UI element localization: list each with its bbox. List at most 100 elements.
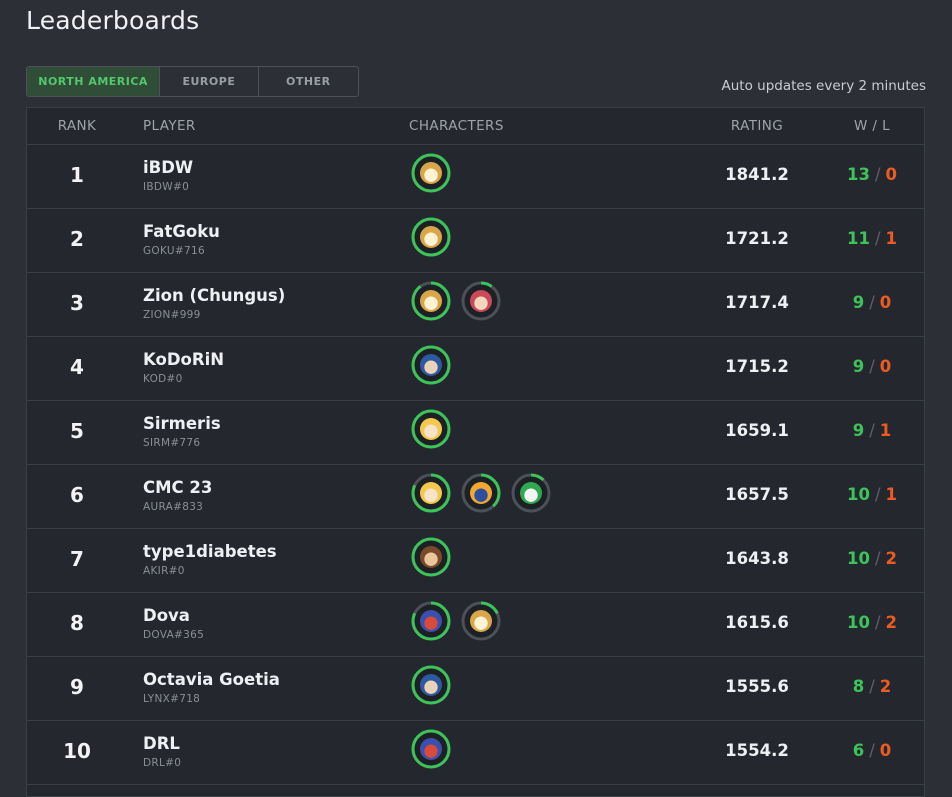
- losses-count: 0: [879, 741, 892, 760]
- win-loss: 9/0: [817, 357, 927, 376]
- rank-number: 4: [70, 355, 84, 379]
- tab-europe[interactable]: EUROPE: [160, 67, 259, 96]
- player-name[interactable]: Dova: [143, 606, 190, 625]
- column-header-rank[interactable]: RANK: [27, 118, 127, 134]
- player-name[interactable]: DRL: [143, 734, 180, 753]
- character-usage-badge: [411, 665, 451, 705]
- win-loss: 13/0: [817, 165, 927, 184]
- table-row[interactable]: 7 type1diabetes AKIR#0 1643.8 10/2: [27, 529, 924, 593]
- win-loss-separator: /: [874, 485, 881, 504]
- table-row[interactable]: 3 Zion (Chungus) ZION#999 1717.4 9/0: [27, 273, 924, 337]
- column-header-rating[interactable]: RATING: [702, 118, 812, 134]
- ice-climbers-icon: [470, 482, 492, 504]
- player-tag: ZION#999: [143, 309, 201, 321]
- win-loss: 10/2: [817, 549, 927, 568]
- character-usage-badge: [461, 601, 501, 641]
- player-rating: 1554.2: [725, 741, 789, 760]
- character-usage-badge: [461, 473, 501, 513]
- character-list: [411, 729, 451, 769]
- yoshi-icon: [520, 482, 542, 504]
- win-loss-separator: /: [874, 165, 881, 184]
- wins-count: 13: [846, 165, 870, 184]
- losses-count: 0: [885, 165, 897, 184]
- character-list: [411, 153, 451, 193]
- character-usage-badge: [411, 409, 451, 449]
- peach-icon: [420, 418, 442, 440]
- rank-number: 1: [70, 163, 84, 187]
- column-header-player[interactable]: PLAYER: [143, 118, 196, 134]
- table-row[interactable]: 1 iBDW IBDW#0 1841.2 13/0: [27, 145, 924, 209]
- player-name[interactable]: Sirmeris: [143, 414, 221, 433]
- rank-number: 3: [70, 291, 84, 315]
- fox-icon: [420, 290, 442, 312]
- win-loss: 9/1: [817, 421, 927, 440]
- wins-count: 9: [852, 293, 865, 312]
- auto-update-note: Auto updates every 2 minutes: [721, 78, 926, 94]
- player-name[interactable]: Octavia Goetia: [143, 670, 280, 689]
- falco-icon: [420, 610, 442, 632]
- player-rating: 1659.1: [725, 421, 789, 440]
- player-tag: KOD#0: [143, 373, 183, 385]
- win-loss: 10/1: [817, 485, 927, 504]
- win-loss: 10/2: [817, 613, 927, 632]
- player-name[interactable]: FatGoku: [143, 222, 220, 241]
- player-tag: IBDW#0: [143, 181, 190, 193]
- table-row[interactable]: 2 FatGoku GOKU#716 1721.2 11/1: [27, 209, 924, 273]
- wins-count: 8: [852, 677, 865, 696]
- fox-icon: [420, 226, 442, 248]
- wins-count: 6: [852, 741, 865, 760]
- table-row[interactable]: 4 KoDoRiN KOD#0 1715.2 9/0: [27, 337, 924, 401]
- losses-count: 1: [885, 485, 897, 504]
- win-loss-separator: /: [869, 293, 875, 312]
- tab-other[interactable]: OTHER: [259, 67, 358, 96]
- player-name[interactable]: CMC 23: [143, 478, 212, 497]
- table-row[interactable]: 6 CMC 23 AURA#833 1657.5 10/1: [27, 465, 924, 529]
- character-usage-badge: [411, 153, 451, 193]
- tab-north-america[interactable]: NORTH AMERICA: [27, 67, 161, 96]
- player-tag: AKIR#0: [143, 565, 185, 577]
- player-rating: 1555.6: [725, 677, 789, 696]
- table-row[interactable]: 9 Octavia Goetia LYNX#718 1555.6 8/2: [27, 657, 924, 721]
- column-header-win-loss[interactable]: W / L: [817, 118, 927, 134]
- rank-number: 8: [70, 611, 84, 635]
- region-tabs: NORTH AMERICA EUROPE OTHER: [26, 66, 359, 97]
- losses-count: 1: [885, 229, 897, 248]
- win-loss: 9/0: [817, 293, 927, 312]
- player-name[interactable]: KoDoRiN: [143, 350, 224, 369]
- wins-count: 9: [852, 357, 865, 376]
- marth-icon: [420, 354, 442, 376]
- table-row[interactable]: 10 DRL DRL#0 1554.2 6/0: [27, 721, 924, 785]
- character-usage-badge: [411, 729, 451, 769]
- rank-number: 9: [70, 675, 84, 699]
- table-row[interactable]: 5 Sirmeris SIRM#776 1659.1 9/1: [27, 401, 924, 465]
- player-rating: 1615.6: [725, 613, 789, 632]
- losses-count: 0: [879, 293, 892, 312]
- win-loss-separator: /: [869, 421, 875, 440]
- losses-count: 2: [885, 613, 897, 632]
- player-name[interactable]: iBDW: [143, 158, 193, 177]
- win-loss-separator: /: [869, 741, 875, 760]
- rank-number: 2: [70, 227, 84, 251]
- character-usage-badge: [411, 281, 451, 321]
- character-list: [411, 537, 451, 577]
- wins-count: 10: [846, 613, 870, 632]
- rank-number: 7: [70, 547, 84, 571]
- player-rating: 1715.2: [725, 357, 789, 376]
- character-list: [411, 217, 451, 257]
- win-loss: 11/1: [817, 229, 927, 248]
- player-name[interactable]: type1diabetes: [143, 542, 277, 561]
- player-rating: 1841.2: [725, 165, 789, 184]
- character-usage-badge: [411, 473, 451, 513]
- table-header: RANK PLAYER CHARACTERS RATING W / L: [27, 108, 924, 145]
- fox-icon: [420, 162, 442, 184]
- character-list: [411, 601, 501, 641]
- player-name[interactable]: Zion (Chungus): [143, 286, 285, 305]
- player-rating: 1643.8: [725, 549, 789, 568]
- player-rating: 1657.5: [725, 485, 789, 504]
- player-tag: DRL#0: [143, 757, 182, 769]
- leaderboard-table: RANK PLAYER CHARACTERS RATING W / L 1 iBD…: [26, 107, 925, 797]
- table-row[interactable]: 8 Dova DOVA#365 1615.6 10/2: [27, 593, 924, 657]
- character-usage-badge: [461, 281, 501, 321]
- character-usage-badge: [411, 217, 451, 257]
- win-loss-separator: /: [869, 677, 875, 696]
